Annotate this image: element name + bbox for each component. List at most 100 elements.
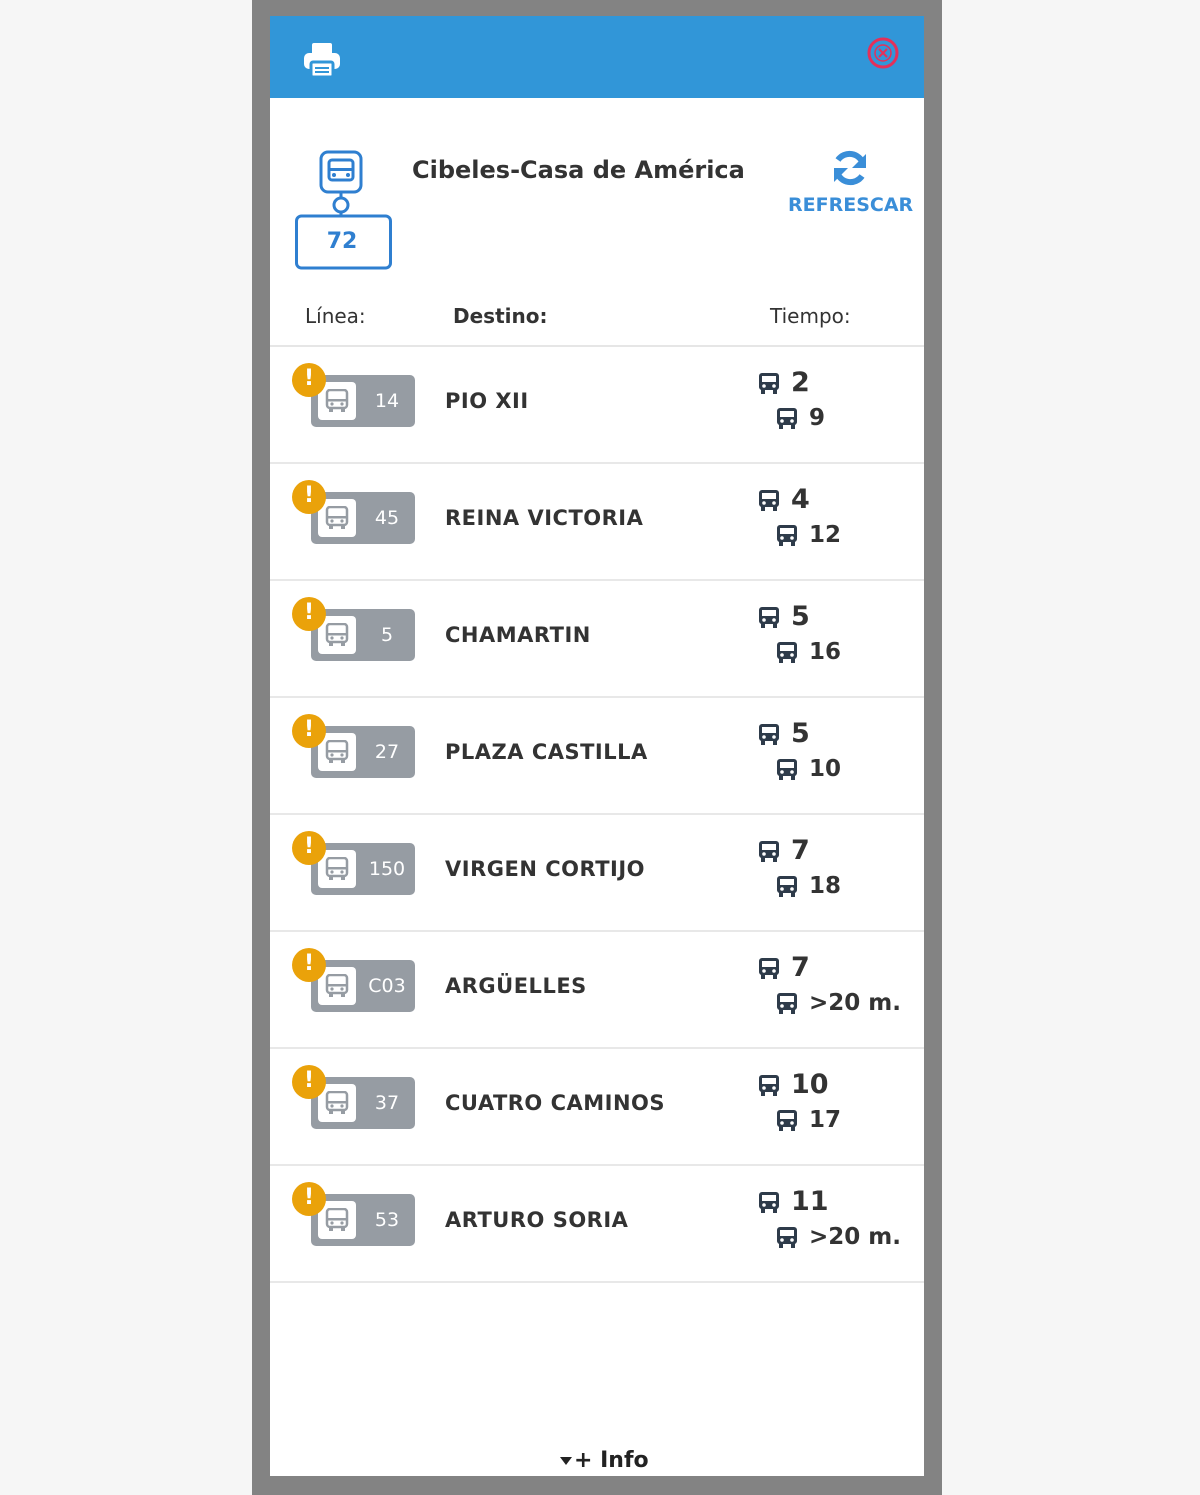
next-arrival-minutes: 7	[791, 835, 810, 866]
bus-icon	[777, 1110, 797, 1131]
refresh-label: REFRESCAR	[788, 194, 914, 216]
following-arrival-minutes: 10	[809, 756, 842, 782]
bus-icon	[777, 408, 797, 429]
destination: ARTURO SORIA	[445, 1208, 629, 1232]
arrival-row[interactable]: 150 ! VIRGEN CORTIJO 7 18	[270, 815, 924, 932]
bus-icon	[759, 1074, 779, 1096]
stop-panel: 72 Cibeles-Casa de América REFRESCAR Lín…	[270, 16, 924, 1476]
bus-icon	[759, 723, 779, 745]
destination: VIRGEN CORTIJO	[445, 857, 645, 881]
following-arrival-minutes: >20 m.	[809, 1224, 901, 1250]
line-number: 14	[374, 390, 400, 412]
warning-exclamation-icon[interactable]: !	[292, 480, 326, 514]
bus-icon	[325, 740, 349, 763]
warning-exclamation-icon[interactable]: !	[292, 1065, 326, 1099]
following-arrival-minutes: 18	[809, 873, 842, 899]
bus-icon	[325, 389, 349, 412]
bus-icon	[325, 1208, 349, 1231]
warning-exclamation-icon[interactable]: !	[292, 597, 326, 631]
following-arrival-minutes: >20 m.	[809, 990, 901, 1016]
bus-icon	[777, 525, 797, 546]
bus-icon	[759, 1191, 779, 1213]
line-badge[interactable]: 5	[311, 609, 415, 661]
next-arrival-minutes: 2	[791, 367, 810, 398]
refresh-icon	[834, 150, 866, 186]
next-arrival: 11	[757, 1186, 829, 1217]
next-arrival-minutes: 10	[791, 1069, 829, 1100]
line-badge[interactable]: 37	[311, 1077, 415, 1129]
following-arrival-minutes: 17	[809, 1107, 842, 1133]
arrival-row[interactable]: 5 ! CHAMARTIN 5 16	[270, 581, 924, 698]
next-arrival: 10	[757, 1069, 829, 1100]
following-arrival: 16	[775, 639, 841, 665]
stop-number: 72	[326, 228, 358, 254]
next-arrival-minutes: 5	[791, 718, 810, 749]
next-arrival-minutes: 11	[791, 1186, 829, 1217]
arrival-row[interactable]: C03 ! ARGÜELLES 7 >20 m.	[270, 932, 924, 1049]
arrival-row[interactable]: 27 ! PLAZA CASTILLA 5 10	[270, 698, 924, 815]
next-arrival: 5	[757, 718, 810, 749]
warning-exclamation-icon[interactable]: !	[292, 363, 326, 397]
line-badge[interactable]: 14	[311, 375, 415, 427]
warning-exclamation-icon[interactable]: !	[292, 714, 326, 748]
destination: PIO XII	[445, 389, 529, 413]
bus-icon	[777, 876, 797, 897]
arrival-row[interactable]: 45 ! REINA VICTORIA 4 12	[270, 464, 924, 581]
bus-icon	[759, 606, 779, 628]
bus-icon	[759, 957, 779, 979]
line-badge[interactable]: 53	[311, 1194, 415, 1246]
line-badge[interactable]: 27	[311, 726, 415, 778]
bus-icon	[325, 1091, 349, 1114]
arrival-row[interactable]: 14 ! PIO XII 2 9	[270, 347, 924, 464]
destination: CUATRO CAMINOS	[445, 1091, 666, 1115]
destination: PLAZA CASTILLA	[445, 740, 648, 764]
more-info-toggle[interactable]: + Info	[560, 1448, 649, 1473]
bus-icon	[325, 857, 349, 880]
next-arrival: 2	[757, 367, 810, 398]
more-info-label: + Info	[574, 1448, 649, 1473]
bus-icon	[759, 372, 779, 394]
bus-icon	[759, 840, 779, 862]
bus-icon	[759, 489, 779, 511]
line-number: 37	[374, 1092, 400, 1114]
following-arrival: 10	[775, 756, 841, 782]
next-arrival: 5	[757, 601, 810, 632]
next-arrival-minutes: 4	[791, 484, 810, 515]
line-badge[interactable]: 45	[311, 492, 415, 544]
following-arrival: 17	[775, 1107, 841, 1133]
line-number: 53	[374, 1209, 400, 1231]
following-arrival: 9	[775, 405, 825, 431]
destination: CHAMARTIN	[445, 623, 591, 647]
arrival-row[interactable]: 53 ! ARTURO SORIA 11 >20 m.	[270, 1166, 924, 1283]
next-arrival: 4	[757, 484, 810, 515]
line-badge[interactable]: C03	[311, 960, 415, 1012]
warning-exclamation-icon[interactable]: !	[292, 1182, 326, 1216]
column-header-tiempo: Tiempo:	[770, 304, 851, 328]
app-frame: 72 Cibeles-Casa de América REFRESCAR Lín…	[252, 0, 942, 1495]
bus-icon	[325, 623, 349, 646]
column-header-destino: Destino:	[453, 304, 548, 328]
warning-exclamation-icon[interactable]: !	[292, 948, 326, 982]
arrival-row[interactable]: 37 ! CUATRO CAMINOS 10 17	[270, 1049, 924, 1166]
stop-name: Cibeles-Casa de América	[412, 156, 745, 184]
bus-icon	[777, 1227, 797, 1248]
bus-icon	[325, 506, 349, 529]
column-header-linea: Línea:	[305, 304, 366, 328]
next-arrival-minutes: 7	[791, 952, 810, 983]
line-number: 5	[380, 624, 394, 646]
close-button[interactable]	[866, 36, 900, 70]
following-arrival: 12	[775, 522, 841, 548]
printer-icon	[304, 43, 340, 79]
warning-exclamation-icon[interactable]: !	[292, 831, 326, 865]
caret-down-icon	[560, 1457, 572, 1465]
next-arrival: 7	[757, 835, 810, 866]
bus-icon	[777, 993, 797, 1014]
print-button[interactable]	[302, 40, 342, 80]
following-arrival: 18	[775, 873, 841, 899]
refresh-button[interactable]: REFRESCAR	[788, 146, 913, 226]
line-badge[interactable]: 150	[311, 843, 415, 895]
top-bar	[270, 16, 924, 98]
following-arrival-minutes: 9	[809, 405, 826, 431]
bus-icon	[325, 974, 349, 997]
arrivals-list: 14 ! PIO XII 2 9 45 ! REINA VICTORIA 4 1…	[270, 347, 924, 1283]
